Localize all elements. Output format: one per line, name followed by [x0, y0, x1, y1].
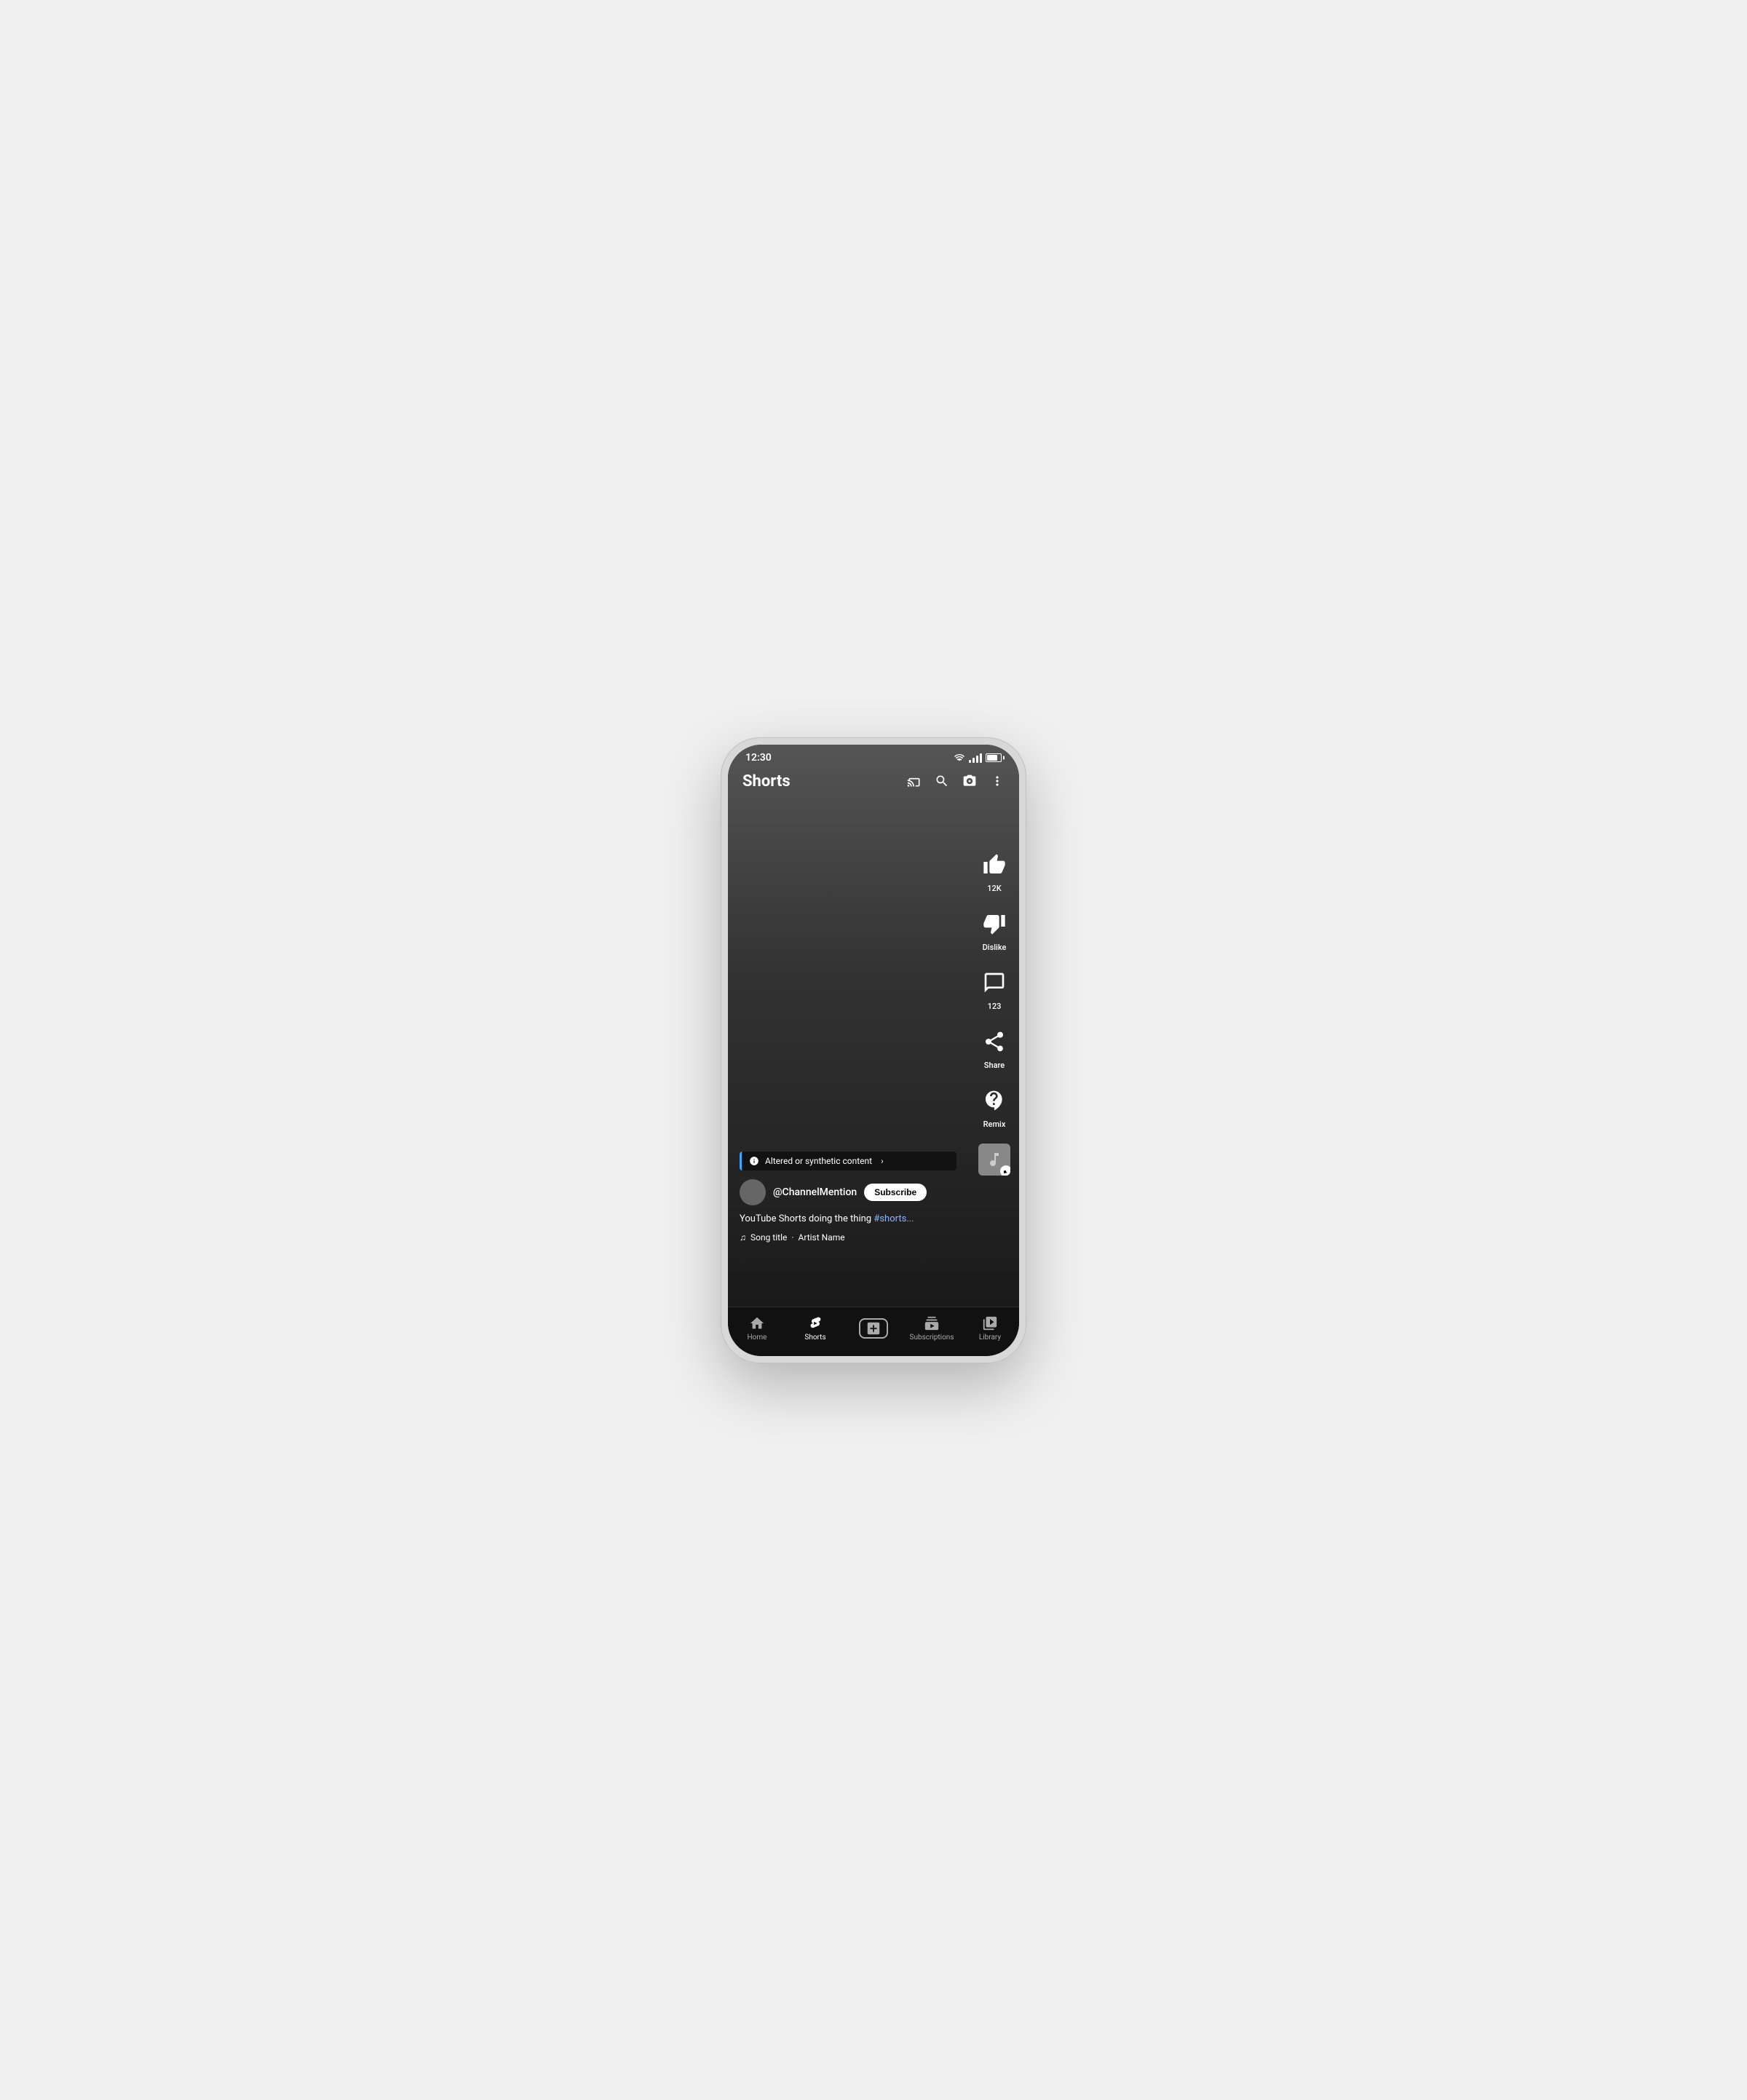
channel-avatar[interactable]: [740, 1179, 766, 1205]
remix-button[interactable]: Remix: [978, 1085, 1010, 1129]
song-title: Song title: [750, 1232, 787, 1243]
more-icon[interactable]: [990, 774, 1005, 788]
video-description: YouTube Shorts doing the thing #shorts..…: [740, 1213, 956, 1226]
dislike-label: Dislike: [983, 943, 1007, 952]
nav-shorts-label: Shorts: [804, 1334, 825, 1342]
artist-name: Artist Name: [799, 1232, 845, 1243]
share-label: Share: [984, 1061, 1005, 1070]
app-bar-icons: [907, 774, 1005, 788]
nav-library-label: Library: [979, 1334, 1001, 1342]
subscriptions-icon: [924, 1315, 940, 1331]
nav-subscriptions-label: Subscriptions: [910, 1334, 954, 1342]
chevron-right-icon: ›: [881, 1156, 884, 1166]
channel-name[interactable]: @ChannelMention: [773, 1186, 857, 1198]
side-actions: 12K Dislike: [978, 849, 1010, 1176]
app-title: Shorts: [742, 772, 791, 791]
bottom-nav: Home Shorts: [728, 1307, 1019, 1356]
remix-label: Remix: [983, 1120, 1006, 1129]
nav-home-label: Home: [748, 1334, 767, 1342]
library-icon: [982, 1315, 998, 1331]
dislike-button[interactable]: Dislike: [978, 908, 1010, 952]
hashtag-text[interactable]: #shorts...: [874, 1213, 914, 1224]
synthetic-text: Altered or synthetic content: [765, 1156, 872, 1166]
video-area[interactable]: 12:30: [728, 745, 1019, 1307]
music-avatar: [978, 1144, 1010, 1176]
comments-button[interactable]: 123: [978, 967, 1010, 1011]
nav-shorts[interactable]: Shorts: [786, 1315, 844, 1347]
shorts-icon: [807, 1315, 823, 1331]
camera-icon[interactable]: [962, 774, 977, 788]
like-count: 12K: [987, 884, 1001, 893]
bottom-content: Altered or synthetic content › @ChannelM…: [728, 1152, 968, 1253]
nav-home[interactable]: Home: [728, 1315, 786, 1347]
phone-screen: 12:30: [728, 745, 1019, 1356]
description-text: YouTube Shorts doing the thing: [740, 1213, 874, 1224]
share-button[interactable]: Share: [978, 1026, 1010, 1070]
comments-count: 123: [988, 1002, 1002, 1011]
synthetic-content-banner[interactable]: Altered or synthetic content ›: [740, 1152, 956, 1170]
channel-row: @ChannelMention Subscribe: [740, 1179, 956, 1205]
subscribe-button[interactable]: Subscribe: [864, 1184, 927, 1201]
nav-subscriptions[interactable]: Subscriptions: [903, 1315, 961, 1347]
music-note-icon: ♫: [740, 1232, 746, 1243]
nav-create[interactable]: [844, 1318, 903, 1344]
phone-frame: 12:30: [721, 737, 1026, 1363]
nav-library[interactable]: Library: [961, 1315, 1019, 1347]
music-badge: [1000, 1165, 1010, 1176]
create-button[interactable]: [859, 1318, 888, 1339]
home-icon: [749, 1315, 765, 1331]
like-button[interactable]: 12K: [978, 849, 1010, 893]
info-icon: [749, 1156, 759, 1166]
cast-icon[interactable]: [907, 774, 922, 788]
music-thumbnail-button[interactable]: [978, 1144, 1010, 1176]
app-bar: Shorts: [728, 745, 1019, 798]
search-icon[interactable]: [935, 774, 949, 788]
dot-separator: ·: [791, 1232, 793, 1243]
song-row[interactable]: ♫ Song title · Artist Name: [740, 1232, 956, 1243]
